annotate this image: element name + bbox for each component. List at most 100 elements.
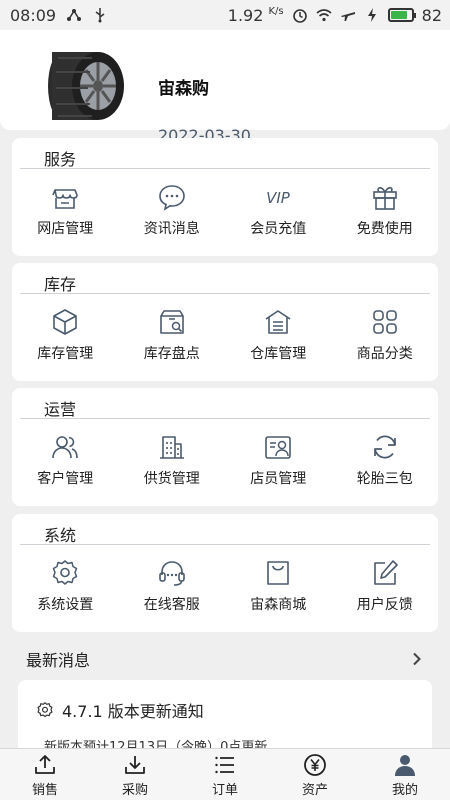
status-bar: 08:09 1.92 K/s 82 (0, 0, 450, 30)
wifi-icon (316, 9, 332, 22)
menu-item-label: 库存盘点 (143, 346, 200, 362)
section-operations: 运营 客户管理 供货管理 店员管理 轮胎三包 (12, 388, 438, 506)
menu-item-label: 宙森商城 (250, 597, 307, 613)
box-icon (53, 309, 78, 335)
menu-item-label: 仓库管理 (250, 346, 307, 362)
section-service: 服务 网店管理 资讯消息 VIP 会员充值 免费使用 (12, 138, 438, 256)
divider (20, 544, 430, 545)
menu-item-label: 供货管理 (143, 471, 200, 487)
menu-item-shop-management[interactable]: 网店管理 (12, 176, 119, 238)
status-time: 08:09 (10, 5, 57, 25)
menu-item-label: 系统设置 (37, 597, 94, 613)
menu-item-label: 库存管理 (37, 346, 94, 362)
tab-label: 资产 (301, 783, 328, 798)
divider (20, 418, 430, 419)
tab-mine[interactable]: 我的 (360, 749, 450, 800)
menu-item-label: 轮胎三包 (356, 471, 413, 487)
divider (20, 293, 430, 294)
tab-label: 销售 (31, 783, 58, 798)
inventory-check-icon (159, 310, 184, 334)
menu-item-label: 在线客服 (143, 597, 200, 613)
menu-item-tire-warranty[interactable]: 轮胎三包 (332, 426, 439, 488)
vip-icon: VIP (266, 189, 291, 207)
section-inventory: 库存 库存管理 库存盘点 仓库管理 商品分类 (12, 263, 438, 381)
user-icon (395, 755, 415, 776)
section-title: 运营 (44, 400, 77, 419)
tab-label: 采购 (121, 783, 148, 798)
menu-item-user-feedback[interactable]: 用户反馈 (332, 552, 439, 614)
network-speed-value: 1.92 (227, 5, 264, 25)
menu-item-customer-management[interactable]: 客户管理 (12, 426, 119, 488)
headset-icon (158, 561, 185, 586)
menu-item-member-recharge[interactable]: VIP 会员充值 (225, 176, 332, 238)
menu-item-product-category[interactable]: 商品分类 (332, 301, 439, 363)
staff-card-icon (265, 436, 292, 459)
list-icon (215, 756, 234, 774)
tab-sales[interactable]: 销售 (0, 749, 90, 800)
menu-item-label: 会员充值 (250, 221, 307, 237)
menu-item-warehouse-management[interactable]: 仓库管理 (225, 301, 332, 363)
alarm-icon (292, 9, 307, 23)
gear-icon (37, 702, 53, 718)
menu-item-system-settings[interactable]: 系统设置 (12, 552, 119, 614)
shopping-bag-icon (267, 561, 290, 585)
menu-item-inventory-check[interactable]: 库存盘点 (119, 301, 226, 363)
news-header[interactable]: 最新消息 (12, 640, 438, 678)
category-grid-icon (372, 310, 397, 334)
menu-item-label: 资讯消息 (143, 221, 200, 237)
building-icon (159, 436, 184, 459)
menu-item-staff-management[interactable]: 店员管理 (225, 426, 332, 488)
menu-item-label: 店员管理 (250, 471, 307, 487)
menu-item-label: 网店管理 (37, 221, 94, 237)
news-item-heading: 4.7.1 版本更新通知 (36, 698, 204, 722)
gift-icon (372, 187, 397, 210)
menu-item-online-service[interactable]: 在线客服 (119, 552, 226, 614)
menu-item-inventory-management[interactable]: 库存管理 (12, 301, 119, 363)
battery-level: 82 (421, 5, 442, 25)
section-title: 库存 (44, 275, 77, 294)
battery-fill (390, 11, 408, 19)
charging-icon (367, 8, 376, 22)
section-system: 系统 系统设置 在线客服 宙森商城 用户反馈 (12, 514, 438, 632)
network-speed-unit: K/s (268, 5, 284, 17)
yen-coin-icon (304, 754, 326, 776)
chevron-right-icon[interactable] (410, 652, 424, 666)
tab-label: 订单 (211, 783, 238, 798)
menu-item-supply-management[interactable]: 供货管理 (119, 426, 226, 488)
airplane-icon (340, 12, 355, 21)
shop-name: 宙森购 (158, 79, 209, 99)
bottom-tab-bar: 销售 采购 订单 资产 我的 (0, 748, 450, 800)
network-speed: 1.92 K/s (228, 6, 284, 25)
news-section-title: 最新消息 (26, 651, 91, 670)
warehouse-icon (265, 310, 291, 334)
tab-purchase[interactable]: 采购 (90, 749, 180, 800)
battery-icon (387, 8, 416, 22)
chat-bubble-icon (158, 185, 185, 211)
section-title: 系统 (44, 526, 77, 545)
divider (20, 168, 430, 169)
upload-tray-icon (35, 755, 55, 774)
tire-icon (48, 52, 124, 120)
usb-icon (95, 8, 105, 23)
menu-item-mall[interactable]: 宙森商城 (225, 552, 332, 614)
menu-item-free-use[interactable]: 免费使用 (332, 176, 439, 238)
section-title: 服务 (44, 150, 77, 169)
gear-icon (53, 560, 78, 585)
download-tray-icon (125, 756, 145, 774)
tab-label: 我的 (391, 783, 418, 798)
tab-orders[interactable]: 订单 (180, 749, 270, 800)
tab-assets[interactable]: 资产 (270, 749, 360, 800)
menu-item-label: 用户反馈 (356, 597, 413, 613)
news-item-title: 4.7.1 版本更新通知 (62, 702, 204, 721)
menu-item-news[interactable]: 资讯消息 (119, 176, 226, 238)
svg-text:VIP: VIP (266, 189, 291, 207)
menu-item-label: 商品分类 (356, 346, 413, 362)
menu-item-label: 免费使用 (356, 221, 413, 237)
edit-icon (373, 560, 398, 585)
profile-header[interactable]: 宙森购 2022-03-30 (0, 30, 450, 145)
storefront-icon (52, 189, 79, 209)
menu-item-label: 客户管理 (37, 471, 94, 487)
share-icon (67, 9, 82, 21)
customers-icon (52, 436, 79, 459)
refresh-icon (373, 435, 396, 459)
